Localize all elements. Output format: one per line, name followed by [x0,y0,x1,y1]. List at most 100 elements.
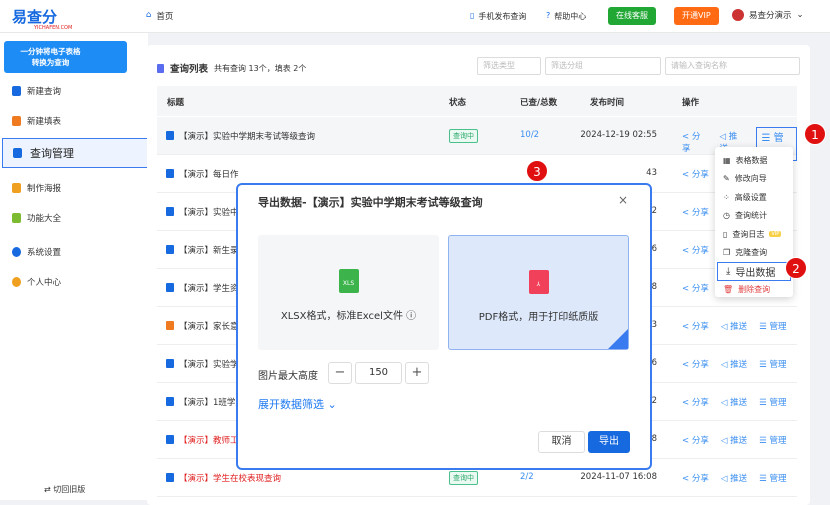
row-title[interactable]: 【演示】教师工 [179,434,239,446]
gear-icon [12,247,21,257]
row-title[interactable]: 【演示】新生录 [179,244,239,256]
share-button[interactable]: < 分享 [682,320,709,332]
trash-icon: 🗑 [723,285,734,295]
share-button[interactable]: < 分享 [682,358,709,370]
pdf-option[interactable]: ⅄ PDF格式，用于打印纸质版 [448,235,629,350]
new-form-icon [12,116,21,126]
manage-button[interactable]: ☰ 管理 [759,320,786,332]
menu-item-stats[interactable]: ◷ 查询统计 [715,207,793,226]
row-title[interactable]: 【演示】1班学生 [179,396,244,408]
expand-filter-link[interactable]: 展开数据筛选 ⌄ [258,396,337,412]
sidebar-item-profile[interactable]: 个人中心 [12,276,61,288]
push-button[interactable]: ◁ 推送 [721,358,747,370]
increment-button[interactable]: + [405,362,429,384]
pdf-file-icon: ⅄ [528,270,549,294]
push-button[interactable]: ◁ 推送 [721,434,747,446]
avatar [732,9,744,21]
manage-button[interactable]: ☰ 管理 [759,472,786,484]
query-icon [166,397,174,406]
count[interactable]: 10/2 [520,130,539,140]
push-button[interactable]: ◁ 推送 [721,396,747,408]
menu-item-edit[interactable]: ✎ 修改向导 [715,170,793,189]
search-input[interactable]: 请输入查询名称 [665,57,800,75]
annotation-badge-3: 3 [526,160,548,182]
row-title[interactable]: 【演示】实验学 [179,358,239,370]
settings-icon: ⁘ [723,192,730,202]
export-button[interactable]: 导出 [588,431,630,453]
vip-tag: VIP [769,231,782,238]
menu-item-trash[interactable]: 🗑 删除查询 [715,281,793,300]
status-badge: 查询中 [449,129,478,143]
sidebar-item-new-form[interactable]: 新建填表 [12,115,61,127]
table-row[interactable]: 【演示】实验中学期末考试等级查询 查询中 10/2 2024-12-19 02:55 <… [157,117,797,161]
home-icon: ⌂ [146,10,152,20]
selected-check-icon [608,329,628,349]
manage-button[interactable]: ☰ 管理 [759,358,786,370]
menu-item-settings[interactable]: ⁘ 高级设置 [715,188,793,207]
share-button[interactable]: < 分享 [682,472,709,484]
user-menu[interactable]: 易查分演示 ⌄ [732,9,804,21]
clone-icon: ❐ [723,248,731,258]
vip-button[interactable]: 开通VIP [674,7,719,25]
menu-item-log[interactable]: ▯ 查询日志 VIP [715,225,793,244]
list-header: 查询列表 共有查询 13个，填表 2个 [157,61,306,75]
help-icon[interactable]: ⓘ [406,311,416,322]
xlsx-option[interactable]: XLS XLSX格式，标准Excel文件 ⓘ [258,235,439,350]
share-button[interactable]: < 分享 [682,282,709,294]
menu-item-download[interactable]: ⤓ 导出数据 [717,262,791,281]
decrement-button[interactable]: − [328,362,352,384]
mobile-publish-link[interactable]: ▯ 手机发布查询 [470,11,526,22]
user-icon [12,277,21,287]
list-icon [13,148,22,158]
cancel-button[interactable]: 取消 [538,431,585,453]
status-badge: 查询中 [449,471,478,485]
push-button[interactable]: ◁ 推送 [721,320,747,332]
phone-icon: ▯ [470,11,475,20]
share-button[interactable]: < 分享 [682,168,709,180]
row-title[interactable]: 【演示】学生在校表现查询 [179,472,281,484]
service-button[interactable]: 在线客服 [608,7,656,25]
switch-old-version[interactable]: ⇄ 切回旧版 [44,484,85,495]
promo-banner[interactable]: 一分钟将电子表格 转换为查询 [4,41,127,73]
home-link[interactable]: ⌂ 首页 [146,10,173,22]
query-icon [166,169,174,178]
sidebar-item-settings[interactable]: 系统设置 [12,246,61,258]
sidebar-item-query-manage[interactable]: 查询管理 [2,138,148,168]
manage-button[interactable]: ☰ 管理 [759,434,786,446]
menu-item-clone[interactable]: ❐ 克隆查询 [715,244,793,263]
img-height-label: 图片最大高度 [258,371,318,382]
sidebar-item-features[interactable]: 功能大全 [12,212,61,224]
push-button[interactable]: ◁ 推送 [721,472,747,484]
edit-icon: ✎ [723,174,730,184]
row-title[interactable]: 【演示】学生资 [179,282,239,294]
share-button[interactable]: < 分享 [682,206,709,218]
download-icon: ⤓ [726,265,731,277]
filter-type-select[interactable]: 筛选类型 [477,57,541,75]
sidebar-item-new-query[interactable]: 新建查询 [12,85,61,97]
query-icon [166,245,174,254]
share-button[interactable]: < 分享 [682,244,709,256]
count[interactable]: 2/2 [520,472,534,482]
img-height-input[interactable]: 150 [355,362,402,384]
share-button[interactable]: < 分享 [682,434,709,446]
sidebar-item-poster[interactable]: 制作海报 [12,182,61,194]
filter-group-select[interactable]: 筛选分组 [545,57,661,75]
chevron-down-icon: ⌄ [327,398,337,411]
manage-button[interactable]: ☰ 管理 [759,396,786,408]
row-title[interactable]: 【演示】家长意 [179,320,239,332]
table-header: 标题 状态 已查/总数 发布时间 操作 [157,86,797,116]
xlsx-file-icon: XLS [338,269,359,293]
list-icon [157,63,164,73]
row-title[interactable]: 【演示】实验中 [179,206,239,218]
row-title[interactable]: 【演示】每日作 [179,168,239,180]
query-icon [166,207,174,216]
export-modal: 导出数据-【演示】实验中学期末考试等级查询 × XLS XLSX格式，标准Exc… [236,183,652,470]
menu-item-table[interactable]: ▦ 表格数据 [715,151,793,170]
logo[interactable]: 易查分 YICHAFEN.COM [12,6,72,31]
help-link[interactable]: ? 帮助中心 [546,11,586,22]
close-icon[interactable]: × [618,193,628,207]
row-title[interactable]: 【演示】实验中学期末考试等级查询 [179,130,315,142]
share-button[interactable]: < 分享 [682,396,709,408]
modal-title: 导出数据-【演示】实验中学期末考试等级查询 [258,196,483,209]
manage-dropdown: ▦ 表格数据 ✎ 修改向导 ⁘ 高级设置 ◷ 查询统计 ▯ 查询日志 VIP ❐ 克隆查询 ⤓ 导出数据 🗑 删… [715,147,793,297]
